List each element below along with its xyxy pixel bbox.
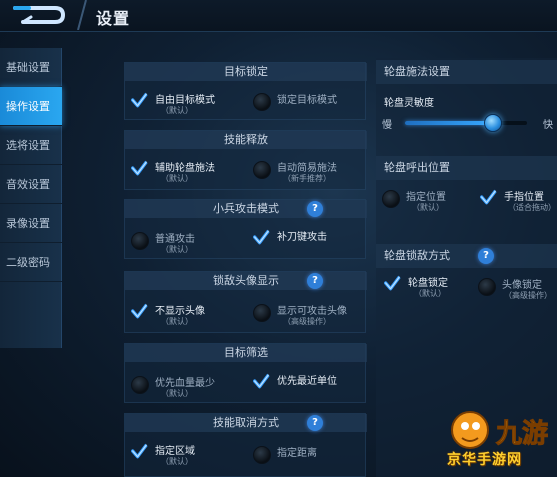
section-title: 目标锁定 bbox=[125, 63, 367, 81]
option-label: 自动简易施法 bbox=[277, 163, 337, 174]
section-lock-avatar: 锁敌头像显示 ? 不显示头像 （默认） 显示可攻击头像 （高级操作） bbox=[124, 271, 367, 334]
section-target-filter: 目标筛选 优先血量最少 （默认） 优先最近单位 bbox=[124, 343, 367, 406]
section-target-lock: 目标锁定 自由目标模式 （默认） 锁定目标模式 bbox=[124, 62, 367, 123]
option-sublabel: （高级操作） bbox=[283, 317, 331, 326]
option-free-target[interactable]: 自由目标模式 （默认） bbox=[131, 89, 241, 123]
option-specified-area[interactable]: 指定区域 （默认） bbox=[131, 440, 241, 474]
option-label: 优先最近单位 bbox=[277, 376, 337, 387]
section-title: 技能取消方式 bbox=[125, 414, 367, 432]
option-wheel-lock[interactable]: 轮盘锁定 （默认） bbox=[384, 272, 470, 306]
svg-text:九游: 九游 bbox=[495, 419, 548, 449]
radio-empty-icon bbox=[253, 161, 271, 179]
section-title: 技能释放 bbox=[125, 131, 367, 149]
option-label: 锁定目标模式 bbox=[277, 95, 337, 106]
sidebar: 基础设置 操作设置 选将设置 音效设置 录像设置 二级密码 bbox=[0, 48, 62, 348]
checkmark-icon bbox=[384, 274, 402, 291]
sensitivity-slider-handle[interactable] bbox=[484, 114, 502, 132]
option-sublabel: （默认） bbox=[414, 289, 446, 298]
option-label: 指定距离 bbox=[277, 448, 317, 459]
option-lock-target[interactable]: 锁定目标模式 bbox=[253, 89, 363, 123]
option-no-avatar[interactable]: 不显示头像 （默认） bbox=[131, 300, 241, 334]
wheel-lock-title: 轮盘锁敌方式 bbox=[376, 244, 557, 268]
sidebar-item-sound[interactable]: 音效设置 bbox=[0, 165, 62, 204]
option-sublabel: （默认） bbox=[161, 457, 193, 466]
help-icon[interactable]: ? bbox=[307, 415, 323, 431]
option-label: 头像锁定 bbox=[502, 280, 542, 291]
sidebar-item-replay[interactable]: 录像设置 bbox=[0, 204, 62, 243]
option-fixed-position[interactable]: 指定位置 （默认） bbox=[382, 186, 468, 220]
option-label: 轮盘锁定 bbox=[408, 278, 448, 289]
sidebar-item-password[interactable]: 二级密码 bbox=[0, 243, 62, 282]
sidebar-item-basic[interactable]: 基础设置 bbox=[0, 48, 62, 87]
section-title: 目标筛选 bbox=[125, 344, 367, 362]
option-show-attackable-avatar[interactable]: 显示可攻击头像 （高级操作） bbox=[253, 300, 365, 334]
checkmark-icon bbox=[131, 159, 149, 176]
option-sublabel: （默认） bbox=[161, 317, 193, 326]
section-skill-cancel: 技能取消方式 ? 指定区域 （默认） 指定距离 bbox=[124, 413, 367, 477]
section-title: 锁敌头像显示 bbox=[125, 272, 367, 290]
option-last-hit-attack[interactable]: 补刀键攻击 bbox=[253, 226, 363, 260]
slider-slow-label: 慢 bbox=[382, 120, 392, 131]
radio-empty-icon bbox=[478, 278, 496, 296]
slider-fast-label: 快 bbox=[543, 120, 553, 131]
option-label: 手指位置 bbox=[504, 192, 544, 203]
option-label: 补刀键攻击 bbox=[277, 232, 327, 243]
section-title: 小兵攻击模式 bbox=[125, 200, 367, 218]
checkmark-icon bbox=[253, 372, 271, 389]
section-minion-attack: 小兵攻击模式 ? 普通攻击 （默认） 补刀键攻击 bbox=[124, 199, 367, 262]
option-label: 不显示头像 bbox=[155, 306, 205, 317]
option-label: 指定位置 bbox=[406, 192, 446, 203]
option-label: 优先血量最少 bbox=[155, 378, 215, 389]
checkmark-icon bbox=[131, 91, 149, 108]
radio-empty-icon bbox=[253, 446, 271, 464]
section-skill-cast: 技能释放 辅助轮盘施法 （默认） 自动简易施法 （新手推荐） bbox=[124, 130, 367, 191]
radio-empty-icon bbox=[382, 190, 400, 208]
option-assist-wheel[interactable]: 辅助轮盘施法 （默认） bbox=[131, 157, 241, 191]
checkmark-icon bbox=[480, 188, 498, 205]
option-sublabel: （高级操作） bbox=[504, 291, 552, 300]
help-icon[interactable]: ? bbox=[307, 273, 323, 289]
option-specified-distance[interactable]: 指定距离 bbox=[253, 442, 363, 476]
option-label: 自由目标模式 bbox=[155, 95, 215, 106]
sensitivity-slider-fill bbox=[405, 121, 493, 125]
page-title: 设置 bbox=[96, 9, 131, 28]
option-label: 辅助轮盘施法 bbox=[155, 163, 215, 174]
option-finger-position[interactable]: 手指位置 （适合拖动） bbox=[480, 186, 557, 220]
option-label: 指定区域 bbox=[155, 446, 195, 457]
option-label: 普通攻击 bbox=[155, 234, 195, 245]
header-bar: 设置 bbox=[0, 0, 557, 32]
sidebar-item-operation[interactable]: 操作设置 bbox=[0, 87, 62, 126]
radio-empty-icon bbox=[131, 232, 149, 250]
radio-empty-icon bbox=[253, 93, 271, 111]
option-sublabel: （新手推荐） bbox=[283, 174, 331, 183]
option-sublabel: （默认） bbox=[161, 174, 193, 183]
radio-empty-icon bbox=[131, 376, 149, 394]
wheel-position-title: 轮盘呼出位置 bbox=[376, 156, 557, 180]
option-sublabel: （默认） bbox=[161, 389, 193, 398]
option-normal-attack[interactable]: 普通攻击 （默认） bbox=[131, 228, 241, 262]
radio-empty-icon bbox=[253, 304, 271, 322]
help-icon[interactable]: ? bbox=[478, 248, 494, 264]
watermark-text: 京华手游网 bbox=[447, 452, 522, 468]
checkmark-icon bbox=[253, 228, 271, 245]
sidebar-item-hero-select[interactable]: 选将设置 bbox=[0, 126, 62, 165]
checkmark-icon bbox=[131, 302, 149, 319]
option-auto-cast[interactable]: 自动简易施法 （新手推荐） bbox=[253, 157, 365, 191]
option-label: 显示可攻击头像 bbox=[277, 306, 347, 317]
checkmark-icon bbox=[131, 442, 149, 459]
header-divider bbox=[77, 0, 87, 30]
option-lowest-hp[interactable]: 优先血量最少 （默认） bbox=[131, 372, 241, 406]
option-sublabel: （默认） bbox=[161, 245, 193, 254]
option-sublabel: （适合拖动） bbox=[508, 203, 556, 212]
wheel-settings-title: 轮盘施法设置 bbox=[376, 60, 557, 84]
back-arrow-icon bbox=[13, 6, 66, 24]
option-sublabel: （默认） bbox=[412, 203, 444, 212]
option-sublabel: （默认） bbox=[161, 106, 193, 115]
back-button[interactable] bbox=[0, 0, 78, 30]
option-avatar-lock[interactable]: 头像锁定 （高级操作） bbox=[478, 274, 557, 308]
sensitivity-label: 轮盘灵敏度 bbox=[384, 98, 434, 109]
option-nearest-unit[interactable]: 优先最近单位 bbox=[253, 370, 363, 404]
help-icon[interactable]: ? bbox=[307, 201, 323, 217]
